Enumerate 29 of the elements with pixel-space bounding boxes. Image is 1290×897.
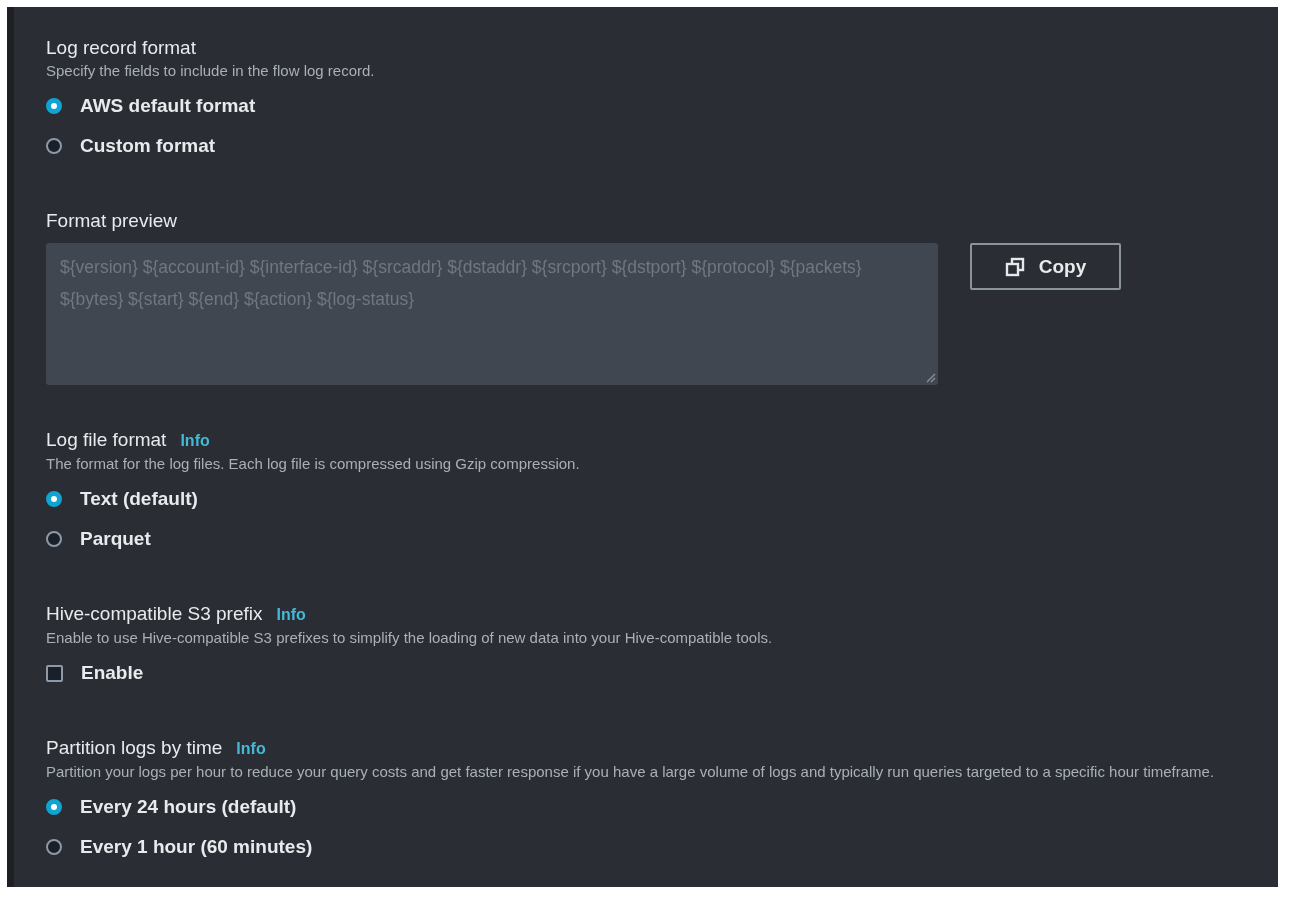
section-title: Hive-compatible S3 prefix xyxy=(46,602,263,626)
option-label: AWS default format xyxy=(80,95,256,117)
resize-handle-icon[interactable] xyxy=(926,373,936,383)
option-label: Enable xyxy=(81,662,144,684)
radio-button[interactable] xyxy=(46,799,62,815)
section-title: Partition logs by time xyxy=(46,736,223,760)
info-link[interactable]: Info xyxy=(236,736,266,762)
option-label: Text (default) xyxy=(80,488,198,510)
section-title: Log record format xyxy=(46,36,196,60)
option-label: Every 1 hour (60 minutes) xyxy=(80,836,313,858)
checkbox[interactable] xyxy=(46,664,63,682)
section-title: Format preview xyxy=(46,209,177,233)
radio-button[interactable] xyxy=(46,98,62,114)
section-description: The format for the log files. Each log file is compressed using Gzip compression. xyxy=(46,454,581,473)
section-description: Enable to use Hive-compatible S3 prefixes to simplify the loading of new data into your Hive-compatible tools. xyxy=(46,628,774,647)
info-link[interactable]: Info xyxy=(276,602,306,628)
section-description: Partition your logs per hour to reduce your query costs and get faster response if you have a large volume of logs and typically run queries targeted to a specific hour timeframe. xyxy=(46,762,1216,781)
radio-button[interactable] xyxy=(46,138,62,154)
copy-icon xyxy=(1004,256,1025,277)
section-title: Log file format xyxy=(46,428,167,452)
radio-button[interactable] xyxy=(46,839,62,855)
radio-button[interactable] xyxy=(46,491,62,507)
info-link[interactable]: Info xyxy=(180,428,210,454)
option-label: Every 24 hours (default) xyxy=(80,796,297,818)
copy-button[interactable]: Copy xyxy=(970,243,1121,290)
option-label: Parquet xyxy=(80,528,151,550)
radio-button[interactable] xyxy=(46,531,62,547)
section-description: Specify the fields to include in the flow log record. xyxy=(46,61,376,80)
option-label: Custom format xyxy=(80,135,216,157)
